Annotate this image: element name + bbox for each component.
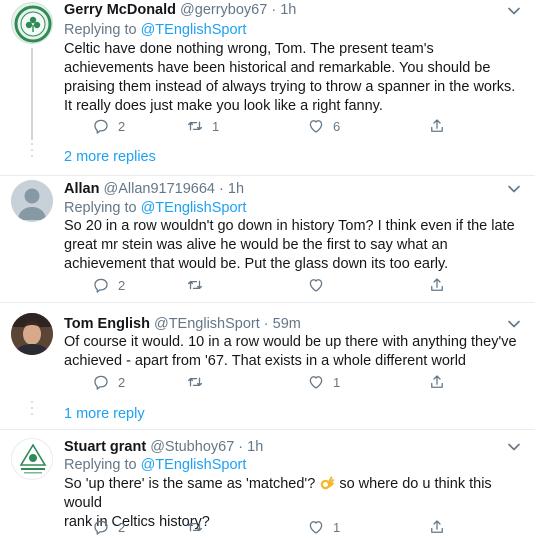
like-button[interactable]: 6 xyxy=(307,116,340,136)
chevron-down-icon[interactable] xyxy=(507,182,521,196)
show-more-replies-link[interactable]: 1 more reply xyxy=(64,406,145,422)
share-button[interactable] xyxy=(428,372,446,392)
reply-icon xyxy=(94,375,108,390)
tweet-text: Celtic have done nothing wrong, Tom. The… xyxy=(64,41,516,114)
replying-to: Replying to @TEnglishSport xyxy=(64,456,246,474)
retweet-button[interactable] xyxy=(186,517,204,537)
reply-icon xyxy=(94,520,108,535)
reply-count: 2 xyxy=(118,374,126,390)
reply-tweet-allan[interactable]: Allan @Allan91719664 · 1h Replying to @T… xyxy=(0,176,535,302)
reply-button[interactable]: 2 xyxy=(92,275,125,295)
ok-hand-emoji xyxy=(321,476,335,490)
default-profile-icon xyxy=(11,180,53,222)
thread-line xyxy=(31,48,33,140)
reply-tweet-stuart-grant[interactable]: Stuart grant @Stubhoy67 · 1h Replying to… xyxy=(0,430,535,548)
like-button[interactable] xyxy=(307,275,325,295)
thread-dots xyxy=(31,401,33,419)
reply-tweet-tom-english[interactable]: Tom English @TEnglishSport · 59m Of cour… xyxy=(0,303,535,429)
like-icon xyxy=(309,521,323,534)
display-name[interactable]: Stuart grant xyxy=(64,439,146,455)
retweet-icon xyxy=(187,121,203,131)
separator: · xyxy=(238,439,244,455)
share-icon xyxy=(431,278,443,291)
timestamp[interactable]: 59m xyxy=(273,316,301,332)
display-name[interactable]: Allan xyxy=(64,181,99,197)
like-count: 1 xyxy=(333,519,341,535)
timestamp[interactable]: 1h xyxy=(280,2,296,18)
tweet-header: Tom English @TEnglishSport · 59m xyxy=(64,315,301,333)
like-icon xyxy=(309,279,323,292)
replying-prefix: Replying to xyxy=(64,457,141,473)
avatar[interactable] xyxy=(11,438,53,480)
timestamp[interactable]: 1h xyxy=(247,439,263,455)
tweet-text: So 20 in a row wouldn't go down in histo… xyxy=(64,218,515,272)
reply-count: 2 xyxy=(118,118,126,134)
retweet-icon xyxy=(187,377,203,387)
replying-prefix: Replying to xyxy=(64,200,141,216)
timestamp[interactable]: 1h xyxy=(228,181,244,197)
user-handle[interactable]: @TEnglishSport xyxy=(154,316,260,332)
separator: · xyxy=(263,316,269,332)
replying-to: Replying to @TEnglishSport xyxy=(64,199,246,217)
replying-prefix: Replying to xyxy=(64,22,141,38)
reply-button[interactable]: 2 xyxy=(92,372,125,392)
retweet-button[interactable]: 1 xyxy=(186,116,219,136)
retweet-button[interactable] xyxy=(186,372,204,392)
share-button[interactable] xyxy=(428,275,446,295)
club-badge-icon xyxy=(12,439,52,479)
mention-link[interactable]: @TEnglishSport xyxy=(141,457,247,473)
user-handle[interactable]: @gerryboy67 xyxy=(180,2,267,18)
reply-icon xyxy=(94,278,108,293)
tweet-text: Of course it would. 10 in a row would be… xyxy=(64,334,517,369)
mention-link[interactable]: @TEnglishSport xyxy=(141,200,247,216)
display-name[interactable]: Gerry McDonald xyxy=(64,2,176,18)
celtic-crest-icon xyxy=(14,5,52,43)
thread-dots xyxy=(31,143,33,161)
chevron-down-icon[interactable] xyxy=(507,440,521,454)
retweet-count: 1 xyxy=(212,118,220,134)
like-button[interactable]: 1 xyxy=(307,517,340,537)
share-icon xyxy=(431,375,443,388)
chevron-down-icon[interactable] xyxy=(507,317,521,331)
tweet-text-line1: So 'up there' is the same as 'matched'? xyxy=(64,476,316,492)
avatar[interactable] xyxy=(11,180,53,222)
mention-link[interactable]: @TEnglishSport xyxy=(141,22,247,38)
retweet-icon xyxy=(187,280,203,290)
chevron-down-icon[interactable] xyxy=(507,4,521,18)
separator: · xyxy=(219,181,224,197)
tweet-header: Gerry McDonald @gerryboy67 · 1h xyxy=(64,1,296,19)
like-count: 6 xyxy=(333,118,341,134)
share-button[interactable] xyxy=(428,116,446,136)
tweet-header: Stuart grant @Stubhoy67 · 1h xyxy=(64,438,263,456)
reply-count: 2 xyxy=(118,277,126,293)
like-icon xyxy=(309,120,323,133)
display-name[interactable]: Tom English xyxy=(64,316,150,332)
reply-count: 2 xyxy=(118,519,126,535)
tweet-text: So 'up there' is the same as 'matched'? … xyxy=(64,475,526,532)
show-more-replies-link[interactable]: 2 more replies xyxy=(64,149,156,165)
reply-button[interactable]: 2 xyxy=(92,517,125,537)
share-icon xyxy=(431,520,443,533)
replying-to: Replying to @TEnglishSport xyxy=(64,21,246,39)
share-button[interactable] xyxy=(428,517,446,537)
share-icon xyxy=(431,119,443,132)
retweet-button[interactable] xyxy=(186,275,204,295)
separator: · xyxy=(271,2,277,18)
reply-button[interactable]: 2 xyxy=(92,116,125,136)
tweet-header: Allan @Allan91719664 · 1h xyxy=(64,180,244,198)
profile-photo-icon xyxy=(11,313,53,355)
like-button[interactable]: 1 xyxy=(307,372,340,392)
reply-icon xyxy=(94,119,108,134)
like-count: 1 xyxy=(333,374,341,390)
user-handle[interactable]: @Allan91719664 xyxy=(103,181,214,197)
user-handle[interactable]: @Stubhoy67 xyxy=(150,439,234,455)
retweet-icon xyxy=(187,522,203,532)
reply-tweet-gerry[interactable]: Gerry McDonald @gerryboy67 · 1h Replying… xyxy=(0,0,535,175)
avatar[interactable] xyxy=(11,313,53,355)
like-icon xyxy=(309,376,323,389)
avatar[interactable] xyxy=(11,2,53,44)
